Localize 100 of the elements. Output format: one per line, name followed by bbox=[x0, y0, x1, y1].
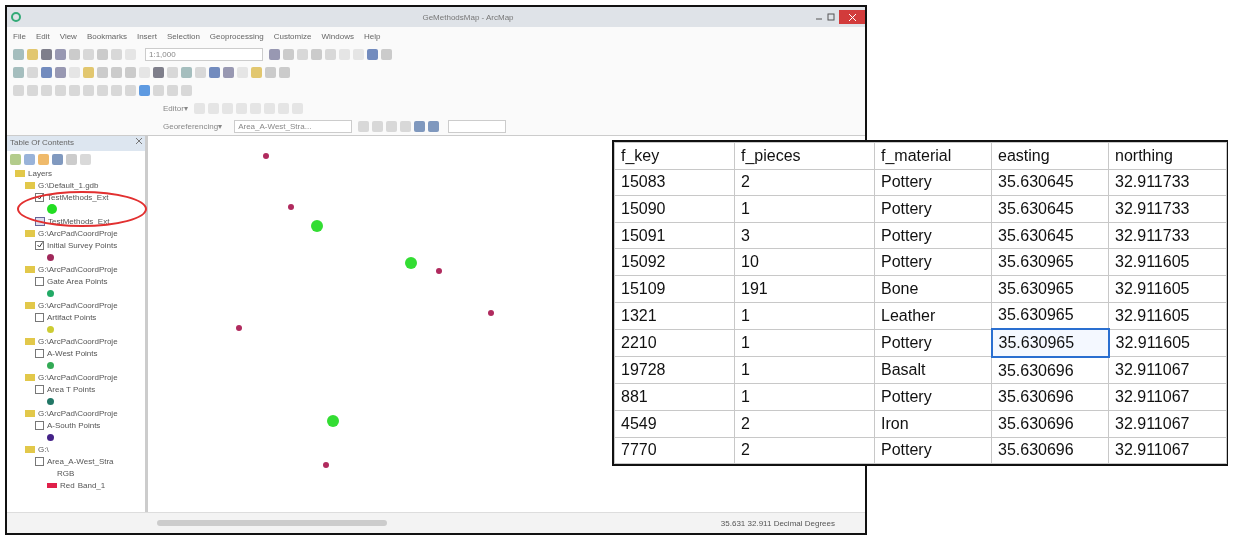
checkbox[interactable] bbox=[35, 420, 44, 430]
table-cell[interactable]: 1 bbox=[734, 195, 875, 223]
table-cell[interactable]: 35.630696 bbox=[991, 383, 1109, 411]
table-cell[interactable]: 35.630696 bbox=[991, 437, 1109, 464]
toolbar-icon[interactable] bbox=[55, 66, 66, 78]
menu-item[interactable]: Windows bbox=[321, 31, 354, 41]
toolbar-icon[interactable] bbox=[13, 48, 24, 60]
table-cell[interactable]: Bone bbox=[874, 275, 992, 303]
layer-dropdown[interactable]: Area_A-West_Stra... bbox=[234, 119, 353, 133]
table-cell[interactable]: 32.911067 bbox=[1108, 437, 1227, 464]
table-cell[interactable]: 1321 bbox=[614, 302, 735, 330]
toolbar-icon[interactable] bbox=[41, 66, 52, 78]
toolbar-icon[interactable] bbox=[83, 66, 94, 78]
table-cell[interactable]: 32.911067 bbox=[1108, 383, 1227, 411]
table-cell[interactable]: 7770 bbox=[614, 437, 735, 464]
table-cell[interactable]: 32.911733 bbox=[1108, 169, 1227, 196]
table-cell[interactable]: 35.630696 bbox=[991, 410, 1109, 438]
menu-item[interactable]: File bbox=[13, 31, 26, 41]
layer-label[interactable]: TestMethods_Ext bbox=[48, 216, 110, 226]
table-cell[interactable]: Iron bbox=[874, 410, 992, 438]
table-cell[interactable]: 35.630645 bbox=[991, 169, 1109, 196]
layer-group-label[interactable]: G:\ArcPad\CoordProje bbox=[38, 264, 118, 274]
layer-label[interactable]: Initial Survey Points bbox=[47, 240, 118, 250]
table-cell[interactable]: 32.911605 bbox=[1108, 329, 1227, 357]
layer-label[interactable]: TestMethods_Ext bbox=[47, 192, 109, 202]
menu-item[interactable]: Bookmarks bbox=[86, 31, 127, 41]
table-cell[interactable]: 15090 bbox=[614, 195, 735, 223]
toolbar-icon[interactable] bbox=[38, 153, 49, 165]
table-cell[interactable]: 15092 bbox=[614, 248, 735, 276]
menu-item[interactable]: Geoprocessing bbox=[209, 31, 264, 41]
scale-field[interactable]: 1:1,000 bbox=[145, 47, 263, 61]
table-cell[interactable]: 4549 bbox=[614, 410, 735, 438]
checkbox[interactable] bbox=[35, 384, 44, 394]
layer-group-label[interactable]: G:\ArcPad\CoordProje bbox=[38, 300, 118, 310]
table-cell[interactable]: 32.911605 bbox=[1108, 302, 1227, 330]
table-cell[interactable]: 2 bbox=[734, 410, 875, 438]
table-cell[interactable]: 2 bbox=[734, 437, 875, 464]
toolbar-icon[interactable] bbox=[97, 48, 108, 60]
table-cell[interactable]: 32.911067 bbox=[1108, 356, 1227, 384]
layer-group-label[interactable]: G:\Default_1.gdb bbox=[38, 180, 99, 190]
checkbox[interactable] bbox=[35, 312, 44, 322]
toolbar-icon[interactable] bbox=[97, 66, 108, 78]
toolbar-icon[interactable] bbox=[52, 153, 63, 165]
table-cell[interactable]: 35.630696 bbox=[991, 356, 1109, 384]
table-cell[interactable]: Pottery bbox=[874, 169, 992, 196]
checkbox[interactable] bbox=[35, 348, 44, 358]
table-cell[interactable]: Pottery bbox=[874, 383, 992, 411]
table-cell[interactable]: Pottery bbox=[874, 437, 992, 464]
layer-label[interactable]: Area T Points bbox=[47, 384, 96, 394]
layer-label[interactable]: Artifact Points bbox=[47, 312, 97, 322]
table-cell[interactable]: 1 bbox=[734, 329, 875, 357]
toolbar-icon[interactable] bbox=[111, 66, 122, 78]
toolbar-icon[interactable] bbox=[13, 66, 24, 78]
toolbar-icon[interactable] bbox=[269, 48, 280, 60]
toolbar-icon[interactable] bbox=[66, 153, 77, 165]
checkbox[interactable] bbox=[35, 240, 44, 250]
toolbar-icon[interactable] bbox=[209, 66, 220, 78]
table-cell[interactable]: 32.911733 bbox=[1108, 222, 1227, 249]
toolbar-icon[interactable] bbox=[251, 66, 262, 78]
layer-group-label[interactable]: Layers bbox=[28, 168, 52, 178]
menu-item[interactable]: Edit bbox=[35, 31, 50, 41]
toolbar-icon[interactable] bbox=[428, 120, 440, 132]
toolbar-icon[interactable] bbox=[69, 48, 80, 60]
layer-group-label[interactable]: G:\ArcPad\CoordProje bbox=[38, 408, 118, 418]
toolbar-icon[interactable] bbox=[265, 66, 276, 78]
table-cell[interactable]: 1 bbox=[734, 302, 875, 330]
checkbox[interactable] bbox=[35, 456, 44, 466]
maximize-icon[interactable] bbox=[827, 13, 835, 21]
menu-item[interactable]: Help bbox=[363, 31, 381, 41]
table-cell[interactable]: 881 bbox=[614, 383, 735, 411]
table-cell[interactable]: 35.630645 bbox=[991, 195, 1109, 223]
layer-group-label[interactable]: G:\ArcPad\CoordProje bbox=[38, 228, 118, 238]
layer-label[interactable]: Gate Area Points bbox=[47, 276, 108, 286]
scrollbar[interactable] bbox=[157, 520, 387, 526]
toolbar-icon[interactable] bbox=[125, 66, 136, 78]
table-cell[interactable]: 2210 bbox=[614, 329, 735, 357]
close-button[interactable] bbox=[839, 10, 865, 24]
toolbar-icon[interactable] bbox=[279, 66, 290, 78]
menu-item[interactable]: Insert bbox=[136, 31, 157, 41]
toolbar-icon[interactable] bbox=[153, 66, 164, 78]
checkbox[interactable] bbox=[35, 192, 44, 202]
toolbar-icon[interactable] bbox=[10, 153, 21, 165]
toolbar-icon[interactable] bbox=[27, 48, 38, 60]
toolbar-icon[interactable] bbox=[24, 153, 35, 165]
menu-item[interactable]: Customize bbox=[273, 31, 312, 41]
table-cell[interactable]: 10 bbox=[734, 248, 875, 276]
menu-item[interactable]: View bbox=[59, 31, 77, 41]
table-cell[interactable]: 15109 bbox=[614, 275, 735, 303]
toolbar-icon[interactable] bbox=[381, 48, 392, 60]
menu-item[interactable]: Selection bbox=[166, 31, 200, 41]
toolbar-icon[interactable] bbox=[181, 66, 192, 78]
layer-group-label[interactable]: G:\ArcPad\CoordProje bbox=[38, 372, 118, 382]
layer-label[interactable]: Area_A-West_Stra bbox=[47, 456, 114, 466]
checkbox[interactable] bbox=[35, 276, 44, 286]
table-cell[interactable]: 1 bbox=[734, 356, 875, 384]
table-cell[interactable]: 32.911067 bbox=[1108, 410, 1227, 438]
table-cell[interactable]: Leather bbox=[874, 302, 992, 330]
layer-group-label[interactable]: G:\ bbox=[38, 444, 49, 454]
toolbar-icon[interactable] bbox=[311, 48, 322, 60]
toolbar-icon[interactable] bbox=[283, 48, 294, 60]
